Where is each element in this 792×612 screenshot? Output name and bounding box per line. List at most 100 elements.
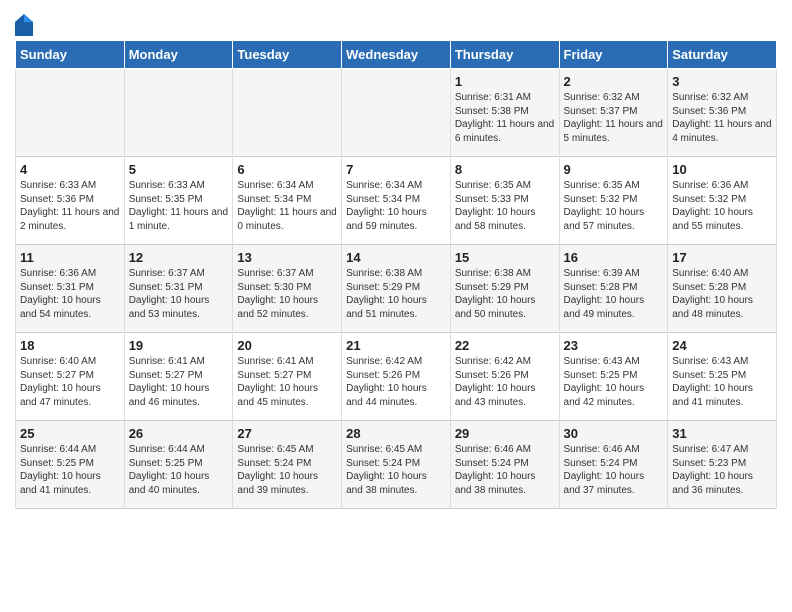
day-number: 28 — [346, 426, 446, 441]
day-number: 29 — [455, 426, 555, 441]
calendar-cell: 13Sunrise: 6:37 AMSunset: 5:30 PMDayligh… — [233, 245, 342, 333]
day-number: 27 — [237, 426, 337, 441]
sunset-text: Sunset: 5:37 PM — [564, 105, 664, 119]
daylight-hours: Daylight: 10 hours and 52 minutes. — [237, 294, 337, 321]
sunrise-text: Sunrise: 6:44 AM — [20, 443, 120, 457]
header — [15, 10, 777, 36]
day-number: 9 — [564, 162, 664, 177]
calendar-cell: 15Sunrise: 6:38 AMSunset: 5:29 PMDayligh… — [450, 245, 559, 333]
sunset-text: Sunset: 5:24 PM — [455, 457, 555, 471]
header-day-sunday: Sunday — [16, 41, 125, 69]
day-number: 11 — [20, 250, 120, 265]
header-day-saturday: Saturday — [668, 41, 777, 69]
day-number: 13 — [237, 250, 337, 265]
sunrise-text: Sunrise: 6:45 AM — [237, 443, 337, 457]
sunrise-text: Sunrise: 6:41 AM — [237, 355, 337, 369]
sunrise-text: Sunrise: 6:38 AM — [455, 267, 555, 281]
daylight-hours: Daylight: 10 hours and 39 minutes. — [237, 470, 337, 497]
day-number: 10 — [672, 162, 772, 177]
calendar-table: SundayMondayTuesdayWednesdayThursdayFrid… — [15, 40, 777, 509]
day-number: 30 — [564, 426, 664, 441]
header-day-thursday: Thursday — [450, 41, 559, 69]
sunrise-text: Sunrise: 6:33 AM — [129, 179, 229, 193]
day-number: 22 — [455, 338, 555, 353]
day-number: 24 — [672, 338, 772, 353]
daylight-hours: Daylight: 10 hours and 37 minutes. — [564, 470, 664, 497]
daylight-hours: Daylight: 10 hours and 47 minutes. — [20, 382, 120, 409]
day-number: 23 — [564, 338, 664, 353]
sunrise-text: Sunrise: 6:31 AM — [455, 91, 555, 105]
calendar-cell — [342, 69, 451, 157]
sunrise-text: Sunrise: 6:40 AM — [20, 355, 120, 369]
sunset-text: Sunset: 5:32 PM — [672, 193, 772, 207]
calendar-cell — [233, 69, 342, 157]
calendar-cell: 11Sunrise: 6:36 AMSunset: 5:31 PMDayligh… — [16, 245, 125, 333]
day-number: 26 — [129, 426, 229, 441]
header-day-monday: Monday — [124, 41, 233, 69]
day-number: 1 — [455, 74, 555, 89]
header-day-wednesday: Wednesday — [342, 41, 451, 69]
week-row-2: 4Sunrise: 6:33 AMSunset: 5:36 PMDaylight… — [16, 157, 777, 245]
sunset-text: Sunset: 5:28 PM — [672, 281, 772, 295]
calendar-cell: 31Sunrise: 6:47 AMSunset: 5:23 PMDayligh… — [668, 421, 777, 509]
sunset-text: Sunset: 5:38 PM — [455, 105, 555, 119]
daylight-hours: Daylight: 10 hours and 48 minutes. — [672, 294, 772, 321]
calendar-cell: 12Sunrise: 6:37 AMSunset: 5:31 PMDayligh… — [124, 245, 233, 333]
calendar-cell: 16Sunrise: 6:39 AMSunset: 5:28 PMDayligh… — [559, 245, 668, 333]
week-row-1: 1 Sunrise: 6:31 AMSunset: 5:38 PM Daylight… — [16, 69, 777, 157]
calendar-cell: 4Sunrise: 6:33 AMSunset: 5:36 PMDaylight… — [16, 157, 125, 245]
daylight-hours: Daylight: 10 hours and 41 minutes. — [20, 470, 120, 497]
day-number: 16 — [564, 250, 664, 265]
calendar-cell: 30Sunrise: 6:46 AMSunset: 5:24 PMDayligh… — [559, 421, 668, 509]
sunrise-text: Sunrise: 6:46 AM — [564, 443, 664, 457]
daylight-hours: Daylight: 10 hours and 45 minutes. — [237, 382, 337, 409]
daylight-hours: Daylight: 11 hours and 2 minutes. — [20, 206, 120, 233]
daylight-hours: Daylight: 11 hours and 4 minutes. — [672, 118, 772, 145]
day-number: 19 — [129, 338, 229, 353]
calendar-cell: 3Sunrise: 6:32 AMSunset: 5:36 PMDaylight… — [668, 69, 777, 157]
day-number: 2 — [564, 74, 664, 89]
sunset-text: Sunset: 5:28 PM — [564, 281, 664, 295]
sunset-text: Sunset: 5:36 PM — [20, 193, 120, 207]
sunrise-text: Sunrise: 6:39 AM — [564, 267, 664, 281]
sunrise-text: Sunrise: 6:42 AM — [455, 355, 555, 369]
daylight-hours: Daylight: 10 hours and 38 minutes. — [346, 470, 446, 497]
sunset-text: Sunset: 5:27 PM — [237, 369, 337, 383]
header-day-tuesday: Tuesday — [233, 41, 342, 69]
calendar-cell: 9Sunrise: 6:35 AMSunset: 5:32 PMDaylight… — [559, 157, 668, 245]
daylight-hours: Daylight: 10 hours and 55 minutes. — [672, 206, 772, 233]
day-number: 7 — [346, 162, 446, 177]
daylight-hours: Daylight: 10 hours and 43 minutes. — [455, 382, 555, 409]
day-number: 15 — [455, 250, 555, 265]
sunset-text: Sunset: 5:36 PM — [672, 105, 772, 119]
sunset-text: Sunset: 5:34 PM — [346, 193, 446, 207]
sunrise-text: Sunrise: 6:34 AM — [237, 179, 337, 193]
calendar-cell — [124, 69, 233, 157]
sunrise-text: Sunrise: 6:35 AM — [564, 179, 664, 193]
day-number: 14 — [346, 250, 446, 265]
sunset-text: Sunset: 5:25 PM — [20, 457, 120, 471]
sunset-text: Sunset: 5:26 PM — [455, 369, 555, 383]
sunset-text: Sunset: 5:25 PM — [564, 369, 664, 383]
sunset-text: Sunset: 5:25 PM — [672, 369, 772, 383]
daylight-hours: Daylight: 11 hours and 0 minutes. — [237, 206, 337, 233]
sunset-text: Sunset: 5:24 PM — [346, 457, 446, 471]
sunset-text: Sunset: 5:24 PM — [237, 457, 337, 471]
calendar-cell: 19Sunrise: 6:41 AMSunset: 5:27 PMDayligh… — [124, 333, 233, 421]
daylight-hours: Daylight: 10 hours and 44 minutes. — [346, 382, 446, 409]
calendar-cell — [16, 69, 125, 157]
sunset-text: Sunset: 5:26 PM — [346, 369, 446, 383]
calendar-cell: 2Sunrise: 6:32 AMSunset: 5:37 PMDaylight… — [559, 69, 668, 157]
sunrise-text: Sunrise: 6:32 AM — [672, 91, 772, 105]
day-number: 4 — [20, 162, 120, 177]
calendar-cell: 21Sunrise: 6:42 AMSunset: 5:26 PMDayligh… — [342, 333, 451, 421]
calendar-cell: 28 Sunrise: 6:45 AMSunset: 5:24 PMDayligh… — [342, 421, 451, 509]
sunrise-text: Sunrise: 6:35 AM — [455, 179, 555, 193]
sunset-text: Sunset: 5:33 PM — [455, 193, 555, 207]
calendar-cell: 27 Sunrise: 6:45 AMSunset: 5:24 PMDayligh… — [233, 421, 342, 509]
sunrise-text: Sunrise: 6:45 AM — [346, 443, 446, 457]
calendar-cell: 26Sunrise: 6:44 AMSunset: 5:25 PMDayligh… — [124, 421, 233, 509]
calendar-cell: 5Sunrise: 6:33 AMSunset: 5:35 PMDaylight… — [124, 157, 233, 245]
sunset-text: Sunset: 5:34 PM — [237, 193, 337, 207]
calendar-cell: 17Sunrise: 6:40 AMSunset: 5:28 PMDayligh… — [668, 245, 777, 333]
